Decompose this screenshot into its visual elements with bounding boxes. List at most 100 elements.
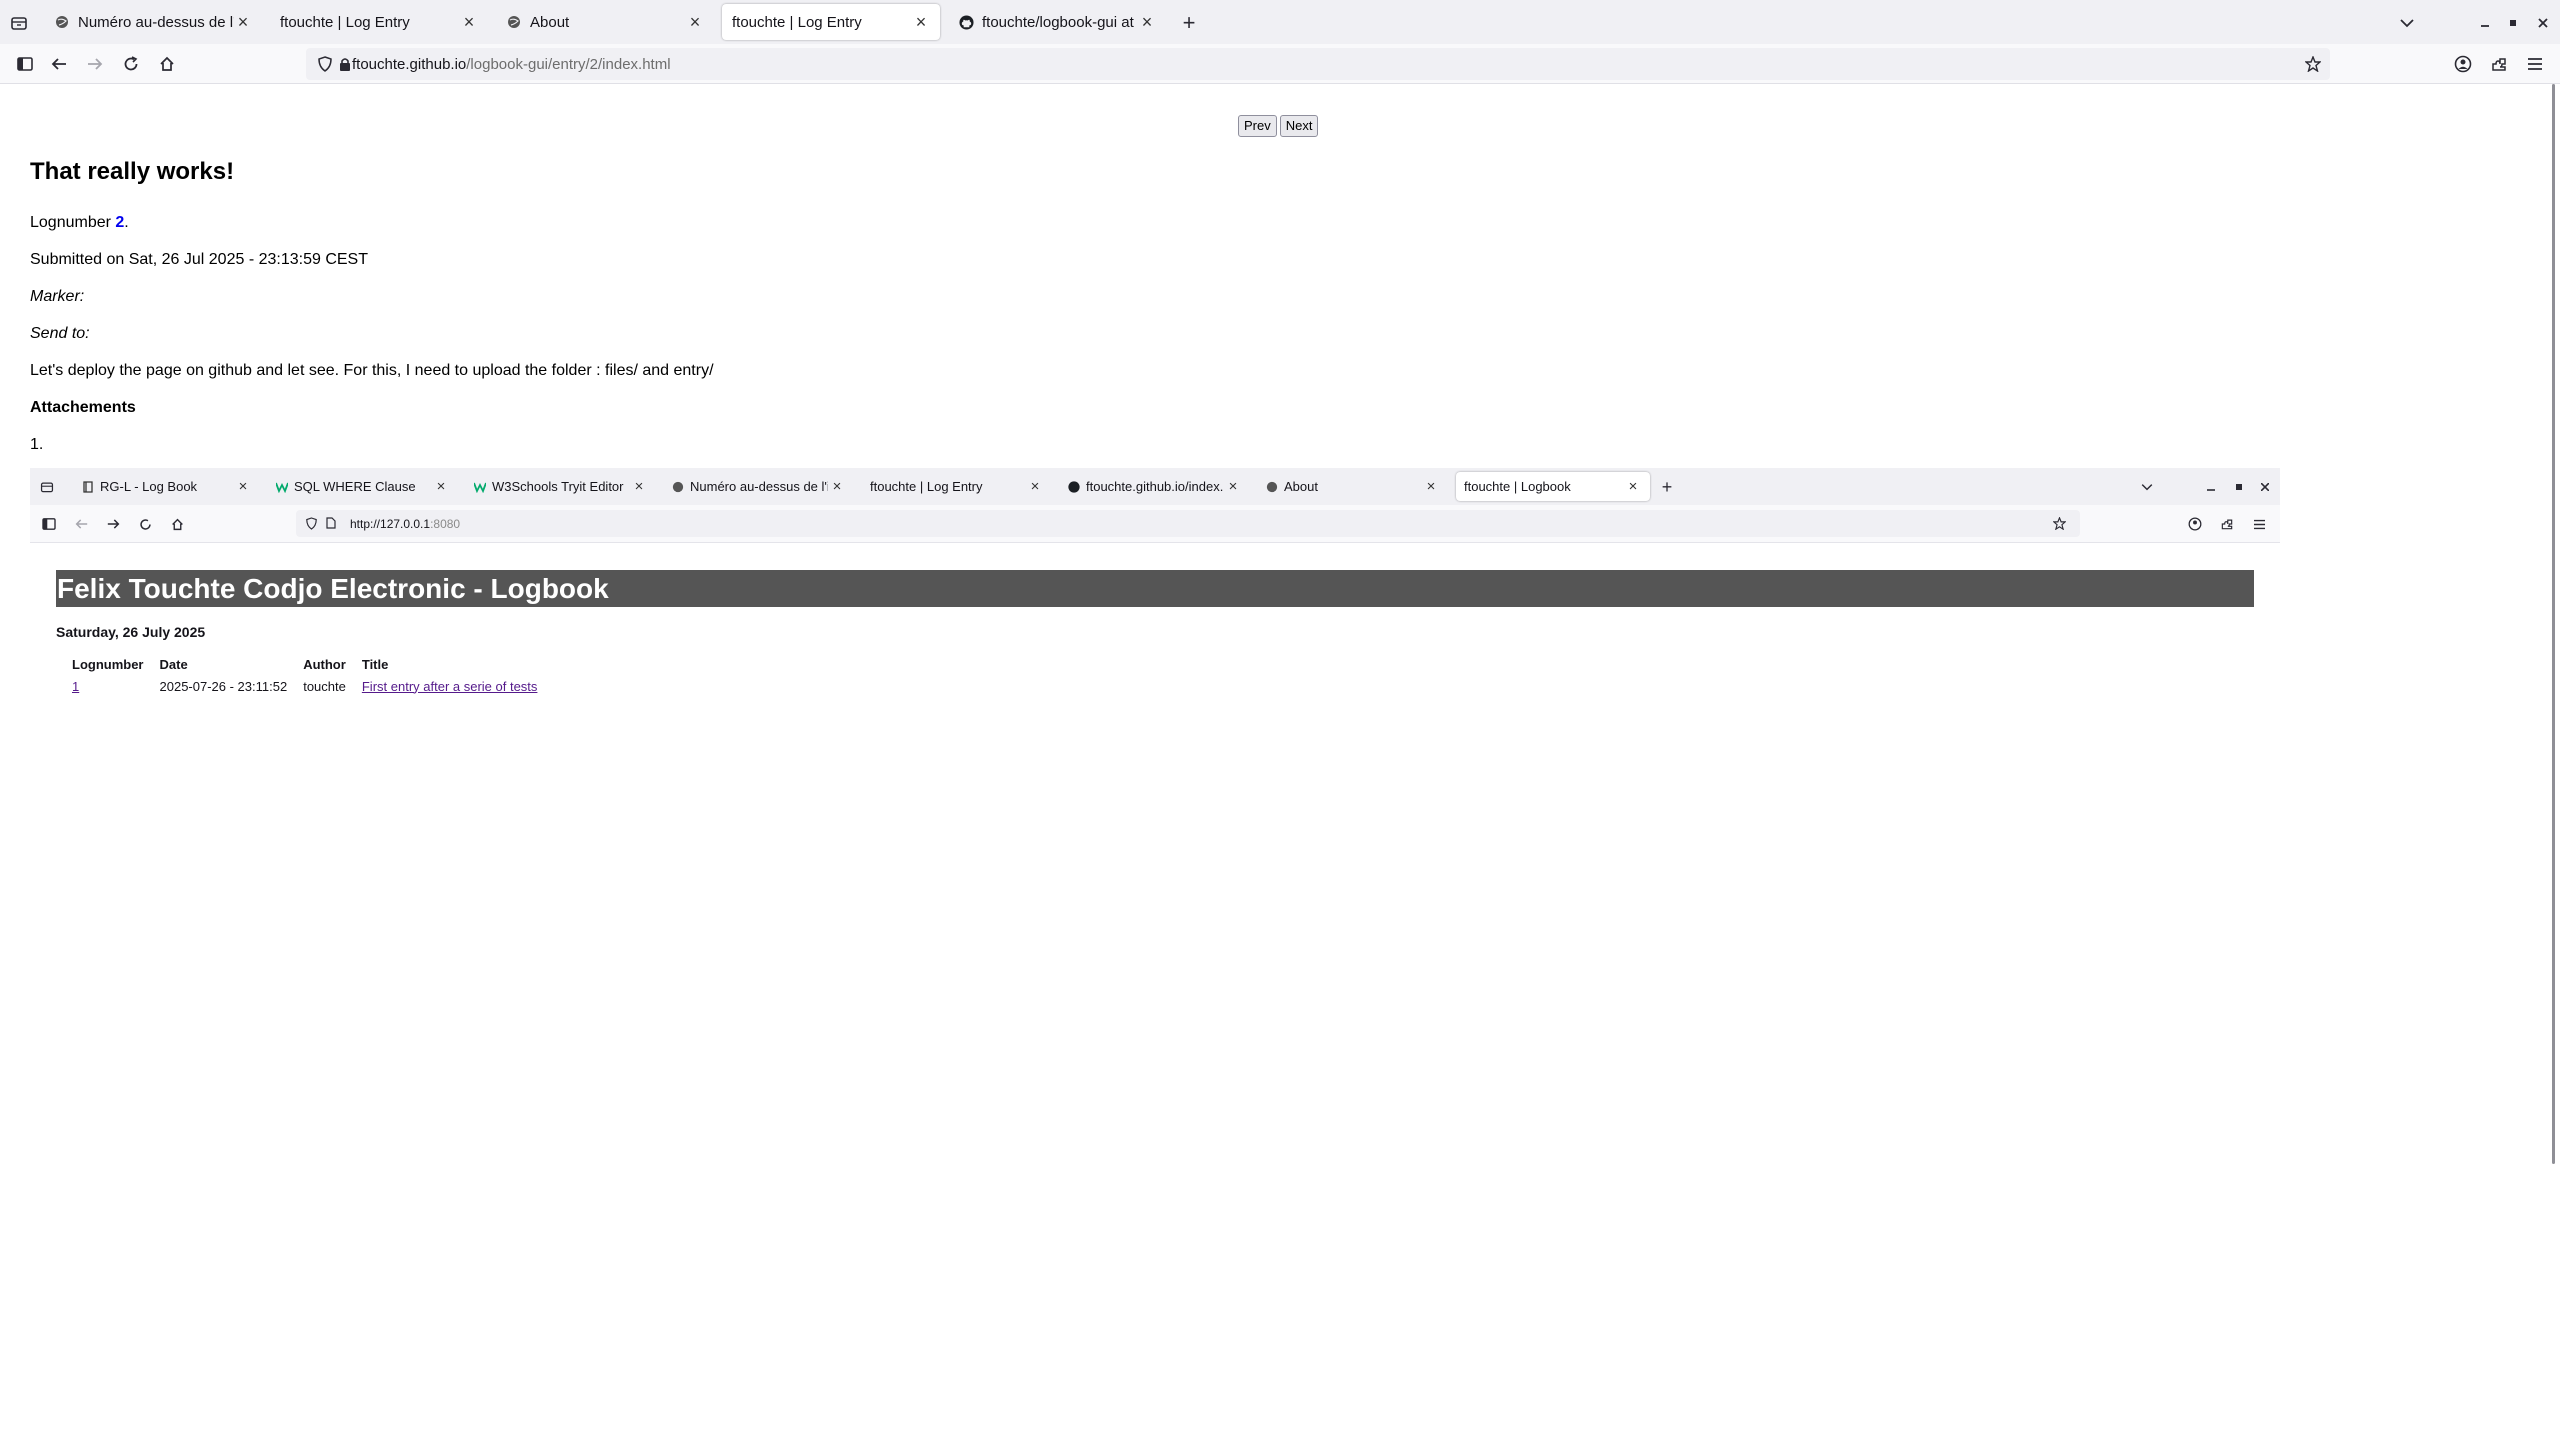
- tab-label: RG-L - Log Book: [100, 479, 198, 494]
- minimize-icon: [2202, 478, 2220, 496]
- screenshot-tab-about: About ×: [1258, 472, 1448, 501]
- close-icon: ×: [1628, 478, 1638, 495]
- screenshot-tab-log-entry: ftouchte | Log Entry ×: [862, 472, 1052, 501]
- date-cell: 2025-07-26 - 23:11:52: [159, 678, 288, 694]
- entry-content: That really works! Lognumber 2. Submitte…: [30, 156, 1230, 473]
- entry-navigation: Prev Next: [1238, 115, 1319, 137]
- lognumber-prefix: Lognumber: [30, 214, 116, 231]
- author-cell: touchte: [303, 678, 346, 694]
- vertical-scrollbar[interactable]: [2552, 84, 2555, 1164]
- lognumber-link[interactable]: 2: [115, 214, 124, 231]
- globe-icon: [672, 481, 684, 493]
- tab-label: SQL WHERE Clause: [294, 479, 416, 494]
- close-icon[interactable]: ×: [686, 12, 704, 33]
- tab-label: ftouchte | Log Entry: [732, 13, 862, 31]
- close-icon: ×: [238, 478, 248, 495]
- close-icon: ×: [832, 478, 842, 495]
- lognumber-link: 1: [72, 678, 80, 694]
- github-icon: [1068, 480, 1080, 493]
- home-icon[interactable]: [156, 53, 178, 75]
- navigation-toolbar: ftouchte.github.io/logbook-gui/entry/2/i…: [0, 44, 2560, 84]
- attachment-item: 1.: [30, 436, 44, 453]
- attachments-heading: Attachements: [30, 399, 136, 416]
- table-header-row: Lognumber Date Author Title: [64, 656, 545, 673]
- entry-title: That really works!: [30, 158, 235, 185]
- column-header-title: Title: [361, 657, 389, 672]
- tab-about[interactable]: About ×: [496, 4, 714, 40]
- menu-hamburger-icon[interactable]: [2524, 53, 2546, 75]
- sidebar-icon[interactable]: [14, 53, 36, 75]
- new-tab-icon[interactable]: +: [1178, 10, 1200, 35]
- next-button[interactable]: Next: [1279, 115, 1319, 137]
- extensions-icon: [2218, 515, 2236, 533]
- screenshot-tab-bar: RG-L - Log Book × SQL WHERE Clause × W3S…: [30, 468, 2280, 505]
- submitted-date: Submitted on Sat, 26 Jul 2025 - 23:13:59…: [30, 251, 368, 268]
- extensions-icon[interactable]: [2488, 53, 2510, 75]
- attachment-screenshot: RG-L - Log Book × SQL WHERE Clause × W3S…: [30, 468, 2280, 728]
- column-header-date: Date: [159, 657, 188, 672]
- tab-github[interactable]: ftouchte/logbook-gui at g ×: [948, 4, 1166, 40]
- url-host: ftouchte.github.io: [352, 55, 467, 73]
- tab-log-entry-active[interactable]: ftouchte | Log Entry ×: [722, 4, 940, 40]
- reload-icon[interactable]: [120, 53, 142, 75]
- screenshot-tab-github: ftouchte.github.io/index. ×: [1060, 472, 1250, 501]
- forward-icon[interactable]: [84, 53, 106, 75]
- lognumber-suffix: .: [124, 214, 129, 231]
- page-icon: [324, 516, 338, 530]
- tab-label: ftouchte | Log Entry: [870, 479, 983, 494]
- screenshot-tab-sql-where: SQL WHERE Clause ×: [268, 472, 458, 501]
- tab-label: W3Schools Tryit Editor: [492, 479, 624, 494]
- maximize-icon[interactable]: [2502, 12, 2524, 34]
- screenshot-url-host: http://127.0.0.1: [350, 516, 431, 531]
- bookmark-star-icon: [2052, 516, 2066, 530]
- tab-label: About: [1284, 479, 1318, 494]
- close-icon: ×: [1426, 478, 1436, 495]
- lognumber-line: Lognumber 2.: [30, 214, 1230, 232]
- close-icon: ×: [1228, 478, 1238, 495]
- account-icon: [2186, 515, 2204, 533]
- minimize-icon[interactable]: [2474, 12, 2496, 34]
- w3schools-icon: [276, 481, 288, 493]
- w3schools-icon: [474, 481, 486, 493]
- close-icon: ×: [634, 478, 644, 495]
- back-icon: [72, 515, 90, 533]
- close-icon: ×: [1030, 478, 1040, 495]
- tab-label: Numéro au-dessus de l'im: [78, 13, 234, 31]
- globe-icon: [1266, 481, 1278, 493]
- tab-bar: Numéro au-dessus de l'im × ftouchte | Lo…: [0, 0, 2560, 44]
- prev-button[interactable]: Prev: [1238, 115, 1277, 137]
- home-icon: [168, 515, 186, 533]
- table-row: 1 2025-07-26 - 23:11:52 touchte First en…: [64, 673, 545, 699]
- url-bar[interactable]: ftouchte.github.io/logbook-gui/entry/2/i…: [306, 48, 2330, 80]
- screenshot-tab-logbook-active: ftouchte | Logbook ×: [1456, 472, 1650, 501]
- globe-icon: [506, 14, 522, 30]
- account-icon[interactable]: [2452, 53, 2474, 75]
- close-icon[interactable]: ×: [912, 12, 930, 33]
- close-icon[interactable]: ×: [460, 12, 478, 33]
- chevron-down-icon: [2138, 478, 2156, 496]
- shield-icon: [304, 516, 318, 530]
- tab-overview-icon: [38, 478, 56, 496]
- tab-numero[interactable]: Numéro au-dessus de l'im ×: [44, 4, 262, 40]
- tab-log-entry[interactable]: ftouchte | Log Entry ×: [270, 4, 488, 40]
- screenshot-url-port: :8080: [430, 516, 461, 531]
- column-header-lognumber: Lognumber: [72, 657, 144, 672]
- reload-icon: [136, 515, 154, 533]
- column-header-author: Author: [303, 657, 346, 672]
- screenshot-url-bar: http://127.0.0.1:8080: [296, 510, 2080, 537]
- back-icon[interactable]: [48, 53, 70, 75]
- lock-icon[interactable]: [336, 55, 354, 73]
- shield-icon[interactable]: [316, 55, 334, 73]
- title-link: First entry after a serie of tests: [361, 678, 538, 694]
- bookmark-star-icon[interactable]: [2304, 55, 2322, 73]
- close-window-icon[interactable]: [2532, 12, 2554, 34]
- close-icon[interactable]: ×: [234, 12, 252, 33]
- close-icon[interactable]: ×: [1138, 12, 1156, 33]
- sidebar-icon: [40, 515, 58, 533]
- tab-label: About: [530, 13, 570, 31]
- tab-list-chevron-down-icon[interactable]: [2396, 12, 2418, 34]
- maximize-icon: [2230, 478, 2248, 496]
- day-heading: Saturday, 26 July 2025: [56, 624, 206, 640]
- tab-overview-icon[interactable]: [8, 12, 30, 34]
- tab-label: ftouchte/logbook-gui at g: [982, 13, 1138, 31]
